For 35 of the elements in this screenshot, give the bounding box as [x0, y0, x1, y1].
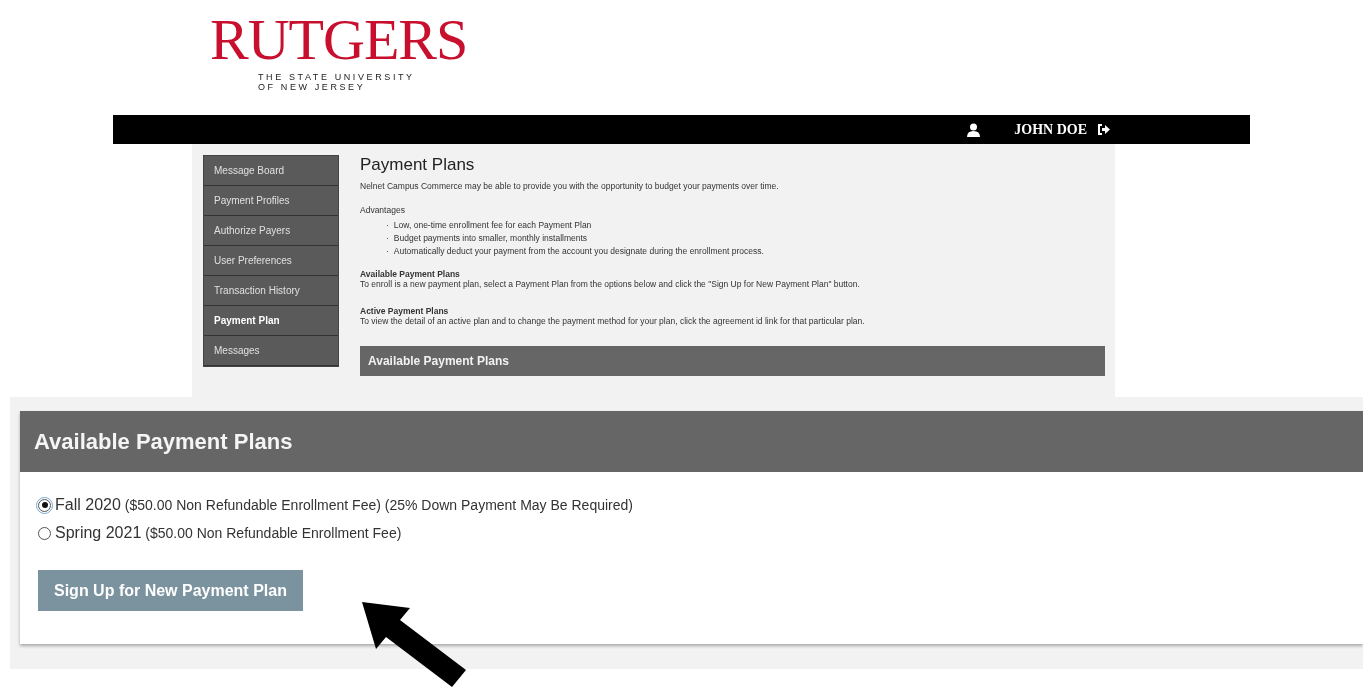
radio-button[interactable]	[38, 498, 51, 512]
advantage-item: Automatically deduct your payment from the account you designate during the enrollment process.	[393, 245, 764, 258]
sign-up-button[interactable]: Sign Up for New Payment Plan	[38, 570, 303, 611]
section-heading: Available Payment Plans	[360, 269, 461, 279]
sidebar-item[interactable]: Transaction History	[204, 276, 338, 306]
sidebar-item[interactable]: Payment Profiles	[204, 186, 338, 216]
plan-detail: ($50.00 Non Refundable Enrollment Fee) (25% Down Payment May Be Required)	[124, 497, 633, 513]
user-name: JOHN DOE	[1014, 121, 1087, 138]
sidebar-item[interactable]: Authorize Payers	[204, 216, 338, 246]
advantage-item: Low, one-time enrollment fee for each Payment Plan	[393, 219, 592, 232]
logo-tagline: THE STATE UNIVERSITY	[258, 72, 415, 82]
panel-header: Available Payment Plans	[360, 346, 1105, 376]
section-heading: Active Payment Plans	[360, 306, 450, 316]
user-icon[interactable]	[967, 122, 981, 137]
bullet-mark: ·	[386, 232, 389, 245]
bullet-mark: ·	[386, 219, 389, 232]
logo-tagline: OF NEW JERSEY	[258, 82, 366, 92]
advantages-heading: Advantages	[360, 205, 406, 215]
section-text: To view the detail of an active plan and to change the payment method for your plan, click the agreement id link for that particular plan.	[360, 316, 866, 326]
sidebar-item[interactable]: Message Board	[204, 156, 338, 186]
sidebar-item[interactable]: Messages	[204, 336, 338, 366]
bullet-mark: ·	[386, 245, 389, 258]
intro-text: Nelnet Campus Commerce may be able to provide you with the opportunity to budget your payments over time.	[360, 181, 780, 191]
plan-term: Spring 2021	[55, 524, 142, 542]
sign-out-icon[interactable]	[1097, 124, 1110, 135]
sidebar-item[interactable]: User Preferences	[204, 246, 338, 276]
logo-wordmark: RUTGERS	[210, 8, 468, 72]
sidebar-item[interactable]: Payment Plan	[204, 306, 338, 336]
radio-button[interactable]	[38, 526, 51, 540]
advantage-item: Budget payments into smaller, monthly installments	[393, 232, 588, 245]
plan-detail: ($50.00 Non Refundable Enrollment Fee)	[145, 525, 402, 541]
page-title: Payment Plans	[360, 155, 476, 175]
section-text: To enroll is a new payment plan, select a Payment Plan from the options below and click the "Sign Up for New Payment Plan" button.	[360, 279, 861, 289]
card-header: Available Payment Plans	[20, 411, 1363, 472]
plan-term: Fall 2020	[55, 496, 121, 514]
